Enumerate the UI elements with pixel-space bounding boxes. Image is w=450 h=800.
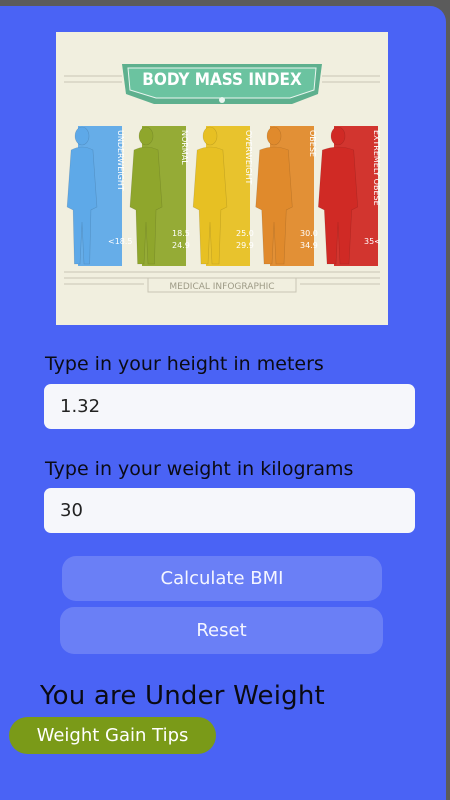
calculate-bmi-button[interactable]: Calculate BMI — [62, 556, 382, 601]
bmi-category-name: UNDERWEIGHT — [116, 130, 125, 191]
height-label: Type in your height in meters — [45, 353, 324, 375]
bmi-range-top: 30.0 — [300, 229, 318, 238]
bmi-range-bottom: 29.9 — [236, 241, 254, 250]
weight-gain-tips-button[interactable]: Weight Gain Tips — [9, 717, 216, 754]
bmi-range-bottom: 34.9 — [300, 241, 318, 250]
infographic-title-banner: BODY MASS INDEX — [122, 64, 322, 104]
bmi-range-bottom: 35< — [364, 237, 381, 246]
height-input[interactable] — [44, 384, 415, 429]
infographic-footer: MEDICAL INFOGRAPHIC — [169, 282, 274, 292]
bmi-infographic: BODY MASS INDEX UNDERWEIGHT <18.5 NORMAL 18… — [64, 64, 381, 293]
reset-button[interactable]: Reset — [60, 607, 383, 654]
bmi-category-3: OVERWEIGHT 25.0 29.9 — [192, 126, 254, 266]
bmi-range-top: 18.5 — [172, 229, 190, 238]
bmi-category-name: OBESE — [308, 130, 317, 157]
bmi-result-text: You are Under Weight — [40, 681, 325, 711]
infographic-title: BODY MASS INDEX — [142, 70, 302, 90]
app-screen: BODY MASS INDEX UNDERWEIGHT <18.5 NORMAL 18… — [0, 6, 446, 800]
bmi-category-4: OBESE 30.0 34.9 — [255, 126, 318, 266]
bmi-category-name: EXTREMELY OBESE — [372, 130, 381, 206]
weight-input[interactable] — [44, 488, 415, 533]
bmi-infographic-image: BODY MASS INDEX UNDERWEIGHT <18.5 NORMAL 18… — [56, 32, 388, 325]
bmi-category-1: UNDERWEIGHT <18.5 — [66, 126, 133, 266]
calculate-bmi-label: Calculate BMI — [160, 568, 284, 589]
weight-gain-tips-label: Weight Gain Tips — [36, 725, 189, 746]
reset-label: Reset — [196, 620, 247, 641]
bmi-category-name: NORMAL — [180, 130, 189, 165]
bmi-range-top: 25.0 — [236, 229, 254, 238]
weight-label: Type in your weight in kilograms — [45, 458, 354, 480]
bmi-range-bottom: 24.9 — [172, 241, 190, 250]
bmi-category-name: OVERWEIGHT — [244, 130, 253, 184]
bmi-category-2: NORMAL 18.5 24.9 — [129, 126, 190, 266]
bmi-range-bottom: <18.5 — [108, 237, 133, 246]
bmi-category-5: EXTREMELY OBESE 35< — [318, 126, 381, 266]
